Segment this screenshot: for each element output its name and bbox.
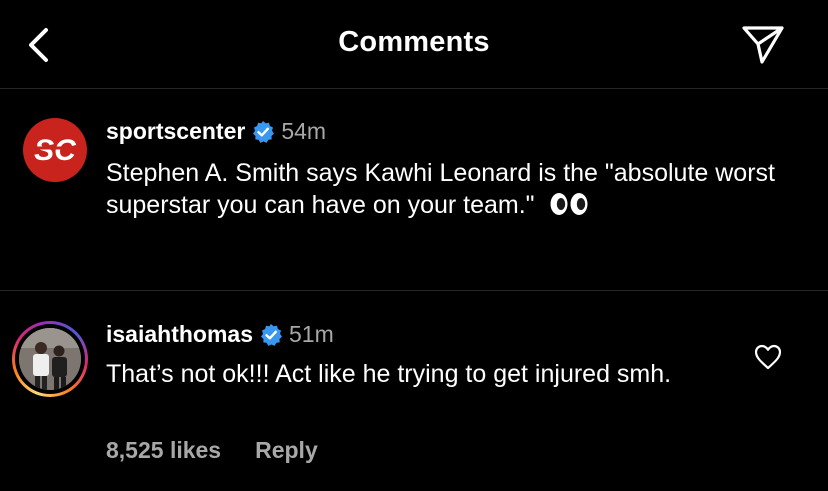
reply-button[interactable]: Reply (255, 437, 318, 464)
heart-icon[interactable] (754, 344, 782, 370)
caption-text-wrap: Stephen A. Smith says Kawhi Leonard is t… (106, 157, 796, 221)
story-ring-avatar[interactable] (12, 321, 88, 397)
comment-meta: 8,525 likes Reply (106, 437, 318, 464)
caption-header: sportscenter 54m (106, 118, 326, 145)
verified-badge-icon (261, 323, 282, 346)
avatar-inner-border (15, 324, 85, 394)
post-caption: SC sportscenter 54m Stephen A. Smith say… (0, 89, 828, 291)
eyes-emoji-icon (550, 193, 588, 215)
comment-text: That’s not ok!!! Act like he trying to g… (106, 360, 672, 388)
header-bar: Comments (0, 0, 828, 89)
likes-count[interactable]: 8,525 likes (106, 437, 221, 464)
comment-item: isaiahthomas 51m That’s not ok!!! Act li… (0, 291, 828, 491)
comment-header: isaiahthomas 51m (106, 321, 334, 348)
username[interactable]: sportscenter (106, 118, 245, 145)
page-title: Comments (338, 26, 490, 58)
avatar-logo-text: SC (34, 134, 77, 167)
caption-text: Stephen A. Smith says Kawhi Leonard is t… (106, 159, 775, 219)
avatar (19, 328, 81, 390)
verified-badge-icon (253, 120, 275, 143)
espn-logo-icon: SC (31, 134, 79, 167)
timestamp: 54m (281, 118, 327, 144)
avatar[interactable]: SC (23, 118, 87, 182)
paper-plane-icon[interactable] (740, 24, 786, 66)
username[interactable]: isaiahthomas (106, 321, 253, 348)
avatar-photo-icon (19, 328, 81, 390)
timestamp: 51m (289, 321, 334, 347)
